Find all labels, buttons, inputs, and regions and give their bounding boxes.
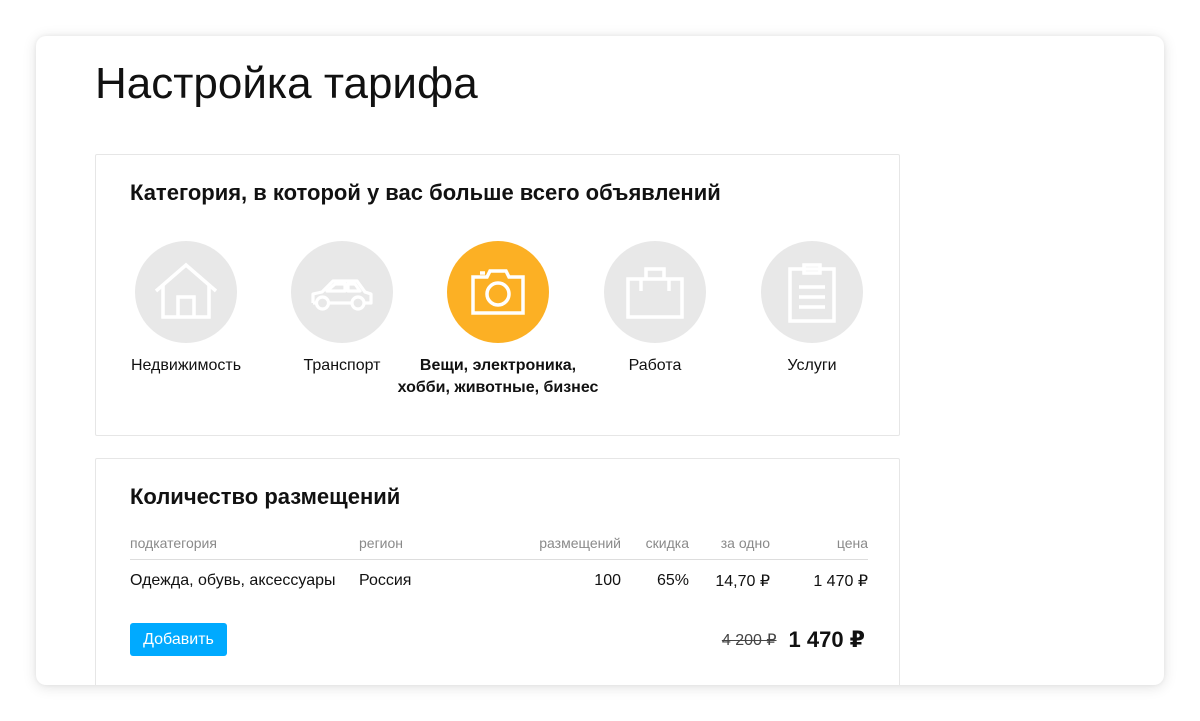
placements-table: подкатегория регион размещений скидка за… [130,533,868,593]
column-header-price: цена [770,533,868,560]
house-icon [154,262,218,319]
cell-per-item: 14,70 ₽ [715,573,770,590]
column-header-discount: скидка [621,533,689,560]
briefcase-icon [626,267,684,319]
category-circle [447,241,549,343]
category-card: Категория, в которой у вас больше всего … [95,154,900,436]
tariff-settings-window: Настройка тарифа Категория, в которой у … [36,36,1164,685]
column-header-region: регион [359,533,499,560]
cell-discount: 65% [656,572,689,589]
camera-icon [471,269,525,315]
column-header-count: размещений [499,533,621,560]
table-row[interactable]: Одежда, обувь, аксессуары Россия 100 65%… [130,560,868,594]
total-price: 4 200 ₽ 1 470 ₽ [722,623,865,656]
cell-subcategory: Одежда, обувь, аксессуары [130,572,336,589]
cell-region: Россия [359,572,412,589]
page-title: Настройка тарифа [95,59,478,108]
placements-heading: Количество размещений [130,484,401,509]
new-total-price: 1 470 ₽ [788,626,865,652]
category-heading: Категория, в которой у вас больше всего … [130,180,721,205]
category-services[interactable]: Услуги [707,241,917,377]
clipboard-icon [788,263,836,323]
category-circle [761,241,863,343]
category-circle [604,241,706,343]
cell-price: 1 470 ₽ [813,573,868,590]
category-list: Недвижимость Транспорт Вещи, электроника… [96,241,901,421]
column-header-per-item: за одно [689,533,770,560]
category-circle [291,241,393,343]
category-label: Услуги [787,357,837,374]
add-button[interactable]: Добавить [130,623,227,656]
cell-count: 100 [594,572,621,589]
column-header-subcategory: подкатегория [130,533,359,560]
placements-card: Количество размещений подкатегория регио… [95,458,900,685]
car-icon [311,279,373,311]
table-header-row: подкатегория регион размещений скидка за… [130,533,868,560]
category-circle [135,241,237,343]
old-total-price: 4 200 ₽ [721,631,777,649]
